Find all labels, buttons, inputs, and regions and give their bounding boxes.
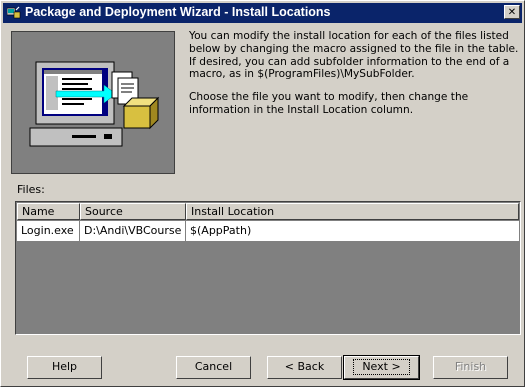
window-title: Package and Deployment Wizard - Install … xyxy=(25,5,331,19)
next-button[interactable]: Next > xyxy=(343,355,420,380)
cancel-button[interactable]: Cancel xyxy=(176,356,251,379)
cell-name[interactable]: Login.exe xyxy=(17,221,80,241)
files-list-header: Name Source Install Location xyxy=(17,203,519,220)
column-header-name[interactable]: Name xyxy=(17,203,80,220)
cell-source[interactable]: D:\Andi\VBCourse xyxy=(80,221,186,241)
column-header-install-location[interactable]: Install Location xyxy=(186,203,519,220)
table-row[interactable]: Login.exe D:\Andi\VBCourse $(AppPath) xyxy=(17,221,519,241)
help-button[interactable]: Help xyxy=(27,356,102,379)
instructions-paragraph-1: You can modify the install location for … xyxy=(189,30,519,81)
close-icon: ✕ xyxy=(507,7,517,18)
finish-button[interactable]: Finish xyxy=(433,356,508,379)
cell-install-location[interactable]: $(AppPath) xyxy=(186,221,519,241)
back-button[interactable]: < Back xyxy=(267,356,342,379)
wizard-window: Package and Deployment Wizard - Install … xyxy=(0,0,525,387)
package-wizard-icon xyxy=(7,6,21,19)
computer-with-files-package-illustration xyxy=(29,61,160,147)
instructions-text: You can modify the install location for … xyxy=(189,30,519,127)
next-button-label: Next > xyxy=(353,359,410,375)
instructions-paragraph-2: Choose the file you want to modify, then… xyxy=(189,91,469,116)
files-label: Files: xyxy=(17,183,45,196)
files-list[interactable]: Name Source Install Location Login.exe D… xyxy=(15,201,521,335)
wizard-illustration xyxy=(11,31,175,174)
close-button[interactable]: ✕ xyxy=(504,5,520,19)
title-bar[interactable]: Package and Deployment Wizard - Install … xyxy=(3,3,522,23)
column-header-source[interactable]: Source xyxy=(80,203,186,220)
